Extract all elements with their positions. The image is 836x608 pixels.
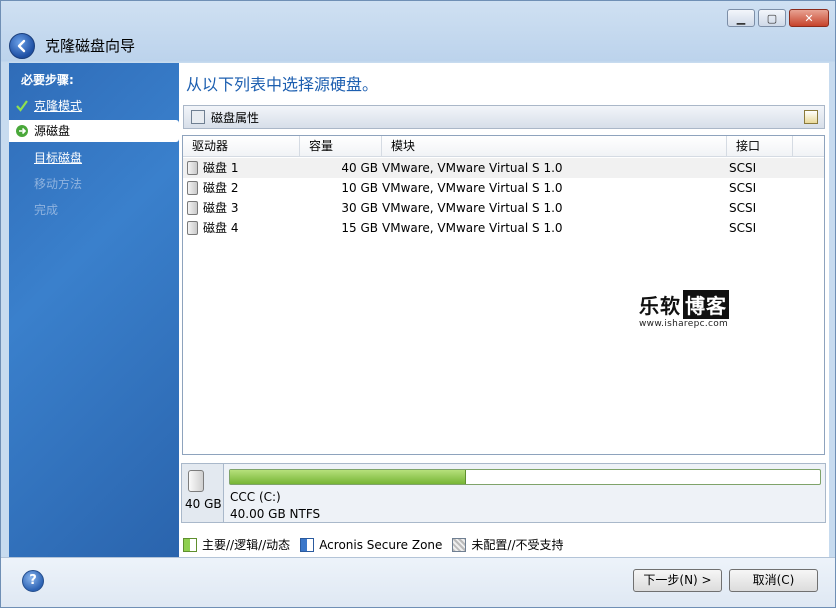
- disk-list-header: 驱动器 容量 模块 接口: [183, 136, 824, 157]
- capacity-cell: 10 GB: [341, 181, 378, 195]
- table-row[interactable]: 磁盘 2 10 GB VMware, VMware Virtual S 1.0 …: [183, 178, 824, 198]
- column-header-interface[interactable]: 接口: [727, 136, 793, 157]
- table-row[interactable]: 磁盘 4 15 GB VMware, VMware Virtual S 1.0 …: [183, 218, 824, 238]
- arrow-right-icon: [16, 125, 28, 137]
- page-heading: 从以下列表中选择源硬盘。: [186, 75, 379, 94]
- column-header-drive[interactable]: 驱动器: [183, 136, 300, 157]
- drive-name: 磁盘 3: [203, 201, 239, 215]
- table-row[interactable]: 磁盘 1 40 GB VMware, VMware Virtual S 1.0 …: [183, 158, 824, 178]
- disk-layout-map: 40 GB CCC (C:) 40.00 GB NTFS: [181, 463, 826, 523]
- model-cell: VMware, VMware Virtual S 1.0: [382, 201, 563, 215]
- legend-item: Acronis Secure Zone: [300, 537, 443, 552]
- maximize-button[interactable]: ▢: [758, 9, 786, 27]
- maximize-icon: ▢: [766, 11, 778, 25]
- cancel-button[interactable]: 取消(C): [729, 569, 818, 592]
- sidebar-item-clone-mode[interactable]: 克隆模式: [9, 95, 179, 117]
- disk-properties-label: 磁盘属性: [211, 110, 260, 125]
- legend-label: 主要//逻辑//动态: [202, 538, 291, 552]
- model-cell: VMware, VMware Virtual S 1.0: [382, 161, 563, 175]
- window-title: 克隆磁盘向导: [45, 37, 136, 55]
- checkmark-icon: [16, 100, 28, 112]
- legend-label: 未配置//不受支持: [471, 538, 564, 552]
- minimize-button[interactable]: ▁: [727, 9, 755, 27]
- title-bar: 克隆磁盘向导 ▁ ▢ ✕: [1, 1, 835, 63]
- model-cell: VMware, VMware Virtual S 1.0: [382, 221, 563, 235]
- partition-info: 40.00 GB NTFS: [230, 507, 321, 521]
- disk-icon: [187, 181, 198, 195]
- help-button[interactable]: ?: [22, 570, 44, 592]
- drive-cell: 磁盘 4: [183, 218, 300, 238]
- disk-icon: [188, 470, 204, 492]
- watermark-brand-a: 乐软: [639, 294, 681, 318]
- interface-cell: SCSI: [729, 201, 757, 215]
- close-button[interactable]: ✕: [789, 9, 829, 27]
- legend-label: Acronis Secure Zone: [319, 537, 443, 552]
- partition-used-fill: [230, 470, 466, 484]
- table-row[interactable]: 磁盘 3 30 GB VMware, VMware Virtual S 1.0 …: [183, 198, 824, 218]
- acronis-swatch-icon: [300, 537, 315, 552]
- minimize-icon: ▁: [736, 11, 746, 25]
- disk-properties-icon: [191, 110, 205, 124]
- capacity-cell: 15 GB: [341, 221, 378, 235]
- watermark-url: www.isharepc.com: [639, 319, 729, 329]
- capacity-cell: 40 GB: [341, 161, 378, 175]
- properties-edit-icon[interactable]: [804, 110, 818, 124]
- next-button[interactable]: 下一步(N) >: [633, 569, 722, 592]
- drive-cell: 磁盘 1: [183, 158, 300, 178]
- sidebar-item-finish: 完成: [9, 199, 179, 221]
- partition-legend: 主要//逻辑//动态 Acronis Secure Zone 未配置//不受支持: [183, 536, 574, 553]
- interface-cell: SCSI: [729, 221, 757, 235]
- watermark-brand-b: 博客: [683, 290, 729, 319]
- column-header-spacer: [793, 136, 824, 157]
- unallocated-swatch-icon: [452, 537, 467, 552]
- drive-cell: 磁盘 2: [183, 178, 300, 198]
- model-cell: VMware, VMware Virtual S 1.0: [382, 181, 563, 195]
- sidebar-item-label: 克隆模式: [34, 99, 83, 113]
- back-arrow-icon: [17, 39, 26, 53]
- close-icon: ✕: [804, 11, 814, 25]
- legend-item: 主要//逻辑//动态: [183, 536, 290, 553]
- disk-icon: [187, 201, 198, 215]
- interface-cell: SCSI: [729, 181, 757, 195]
- disk-summary: 40 GB: [182, 464, 224, 522]
- sidebar-item-label: 目标磁盘: [34, 151, 83, 165]
- disk-list: 驱动器 容量 模块 接口 磁盘 1 40 GB VMware, VMware V…: [182, 135, 825, 455]
- steps-heading: 必要步骤:: [21, 73, 74, 87]
- footer-bar: ? 下一步(N) > 取消(C): [1, 557, 835, 607]
- sidebar-item-label: 移动方法: [34, 177, 83, 191]
- capacity-cell: 30 GB: [341, 201, 378, 215]
- sidebar-item-label: 完成: [34, 203, 59, 217]
- sidebar-item-target-disk[interactable]: 目标磁盘: [9, 147, 179, 169]
- disk-icon: [187, 221, 198, 235]
- sidebar-item-label: 源磁盘: [34, 124, 71, 138]
- disk-properties-bar: 磁盘属性: [183, 105, 825, 129]
- sidebar-item-source-disk[interactable]: 源磁盘: [9, 120, 179, 142]
- partition-name: CCC (C:): [230, 490, 281, 504]
- window-controls: ▁ ▢ ✕: [727, 9, 829, 27]
- clone-disk-wizard-window: 克隆磁盘向导 ▁ ▢ ✕ 必要步骤: 克隆模式 源磁盘 目标磁盘 移动方法 完成…: [0, 0, 836, 608]
- legend-item: 未配置//不受支持: [452, 536, 564, 553]
- drive-name: 磁盘 1: [203, 161, 239, 175]
- watermark-logo: 乐软 博客 www.isharepc.com: [639, 290, 729, 329]
- primary-swatch-icon: [183, 537, 197, 552]
- drive-name: 磁盘 2: [203, 181, 239, 195]
- back-button[interactable]: [9, 33, 35, 59]
- watermark-brand: 乐软 博客: [639, 290, 729, 319]
- steps-sidebar: 必要步骤: 克隆模式 源磁盘 目标磁盘 移动方法 完成: [9, 63, 179, 557]
- drive-name: 磁盘 4: [203, 221, 239, 235]
- sidebar-item-move-method: 移动方法: [9, 173, 179, 195]
- partition-bar[interactable]: [229, 469, 821, 485]
- drive-cell: 磁盘 3: [183, 198, 300, 218]
- interface-cell: SCSI: [729, 161, 757, 175]
- column-header-model[interactable]: 模块: [382, 136, 727, 157]
- column-header-capacity[interactable]: 容量: [300, 136, 382, 157]
- disk-size: 40 GB: [185, 497, 222, 511]
- disk-icon: [187, 161, 198, 175]
